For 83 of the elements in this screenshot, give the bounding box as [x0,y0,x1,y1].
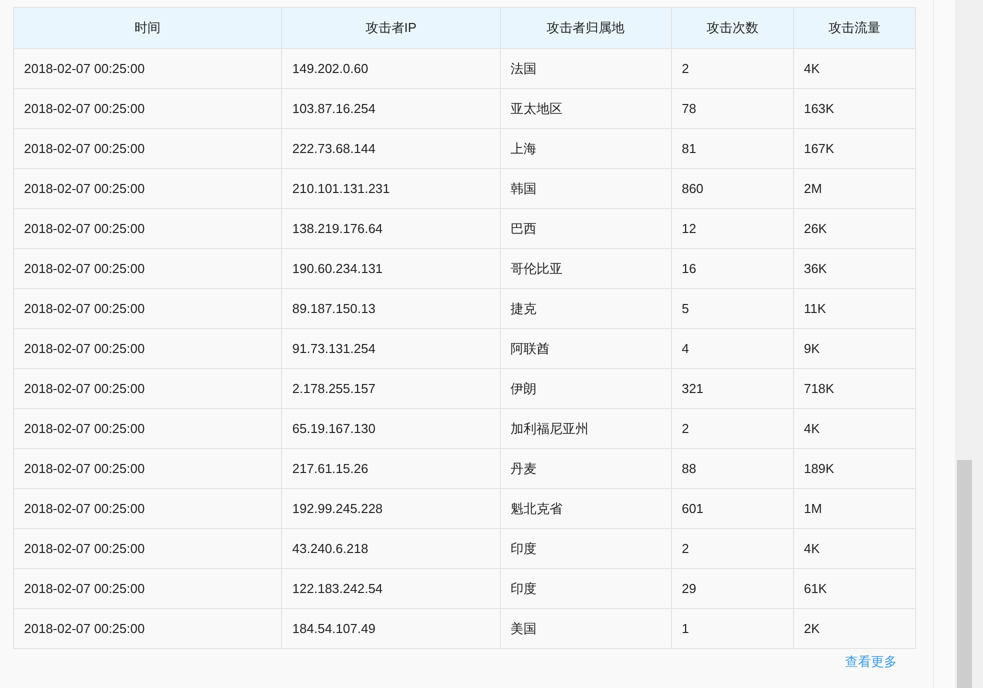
table-cell: 26K [793,208,916,248]
table-cell: 9K [793,328,916,368]
table-cell: 印度 [500,568,672,608]
table-cell: 巴西 [500,208,672,248]
table-cell: 2018-02-07 00:25:00 [14,408,282,448]
table-cell: 2018-02-07 00:25:00 [14,528,282,568]
table-cell: 222.73.68.144 [282,128,500,168]
table-cell: 2018-02-07 00:25:00 [14,448,282,488]
table-cell: 2018-02-07 00:25:00 [14,128,282,168]
view-more-link[interactable]: 查看更多 [845,652,897,672]
table-cell: 88 [671,448,794,488]
column-header: 攻击流量 [793,8,916,48]
table-cell: 印度 [500,528,672,568]
table-cell: 61K [793,568,916,608]
table-cell: 2 [671,48,794,88]
table-cell: 亚太地区 [500,88,672,128]
table-cell: 魁北克省 [500,488,672,528]
table-cell: 伊朗 [500,368,672,408]
table-cell: 43.240.6.218 [282,528,500,568]
table-cell: 89.187.150.13 [282,288,500,328]
scrollbar-thumb[interactable] [957,460,972,688]
table-cell: 12 [671,208,794,248]
table-cell: 1M [793,488,916,528]
table-cell: 321 [671,368,794,408]
table-cell: 阿联酋 [500,328,672,368]
table-cell: 2018-02-07 00:25:00 [14,168,282,208]
table-cell: 2018-02-07 00:25:00 [14,368,282,408]
table-cell: 91.73.131.254 [282,328,500,368]
table-cell: 217.61.15.26 [282,448,500,488]
table-cell: 4K [793,528,916,568]
table-cell: 2018-02-07 00:25:00 [14,288,282,328]
table-cell: 122.183.242.54 [282,568,500,608]
table-cell: 2018-02-07 00:25:00 [14,328,282,368]
table-cell: 哥伦比亚 [500,248,672,288]
table-cell: 36K [793,248,916,288]
column-header: 攻击者IP [282,8,500,48]
table-cell: 65.19.167.130 [282,408,500,448]
column-header: 攻击次数 [671,8,794,48]
column-header: 时间 [14,8,282,48]
table-cell: 美国 [500,608,672,648]
table-cell: 78 [671,88,794,128]
table-cell: 2.178.255.157 [282,368,500,408]
table-cell: 4K [793,48,916,88]
table-cell: 2018-02-07 00:25:00 [14,488,282,528]
table-cell: 138.219.176.64 [282,208,500,248]
table-cell: 189K [793,448,916,488]
table-cell: 860 [671,168,794,208]
table-cell: 149.202.0.60 [282,48,500,88]
table-cell: 184.54.107.49 [282,608,500,648]
table-cell: 5 [671,288,794,328]
table-cell: 加利福尼亚州 [500,408,672,448]
table-cell: 2018-02-07 00:25:00 [14,568,282,608]
table-cell: 601 [671,488,794,528]
table-cell: 167K [793,128,916,168]
table-cell: 2 [671,408,794,448]
table-cell: 2018-02-07 00:25:00 [14,208,282,248]
table-cell: 11K [793,288,916,328]
table-cell: 2018-02-07 00:25:00 [14,88,282,128]
table-cell: 16 [671,248,794,288]
table-cell: 81 [671,128,794,168]
table-cell: 1 [671,608,794,648]
table-cell: 103.87.16.254 [282,88,500,128]
table-cell: 捷克 [500,288,672,328]
table-cell: 法国 [500,48,672,88]
table-cell: 163K [793,88,916,128]
table-cell: 718K [793,368,916,408]
table-cell: 韩国 [500,168,672,208]
table-cell: 192.99.245.228 [282,488,500,528]
table-cell: 4K [793,408,916,448]
table-cell: 4 [671,328,794,368]
scrollbar[interactable] [955,0,983,688]
table-cell: 210.101.131.231 [282,168,500,208]
table-cell: 2M [793,168,916,208]
table-cell: 2 [671,528,794,568]
table-cell: 29 [671,568,794,608]
table-cell: 2K [793,608,916,648]
table-cell: 2018-02-07 00:25:00 [14,248,282,288]
table-cell: 上海 [500,128,672,168]
table-cell: 2018-02-07 00:25:00 [14,48,282,88]
table-cell: 190.60.234.131 [282,248,500,288]
table-cell: 2018-02-07 00:25:00 [14,608,282,648]
column-header: 攻击者归属地 [500,8,672,48]
table-cell: 丹麦 [500,448,672,488]
